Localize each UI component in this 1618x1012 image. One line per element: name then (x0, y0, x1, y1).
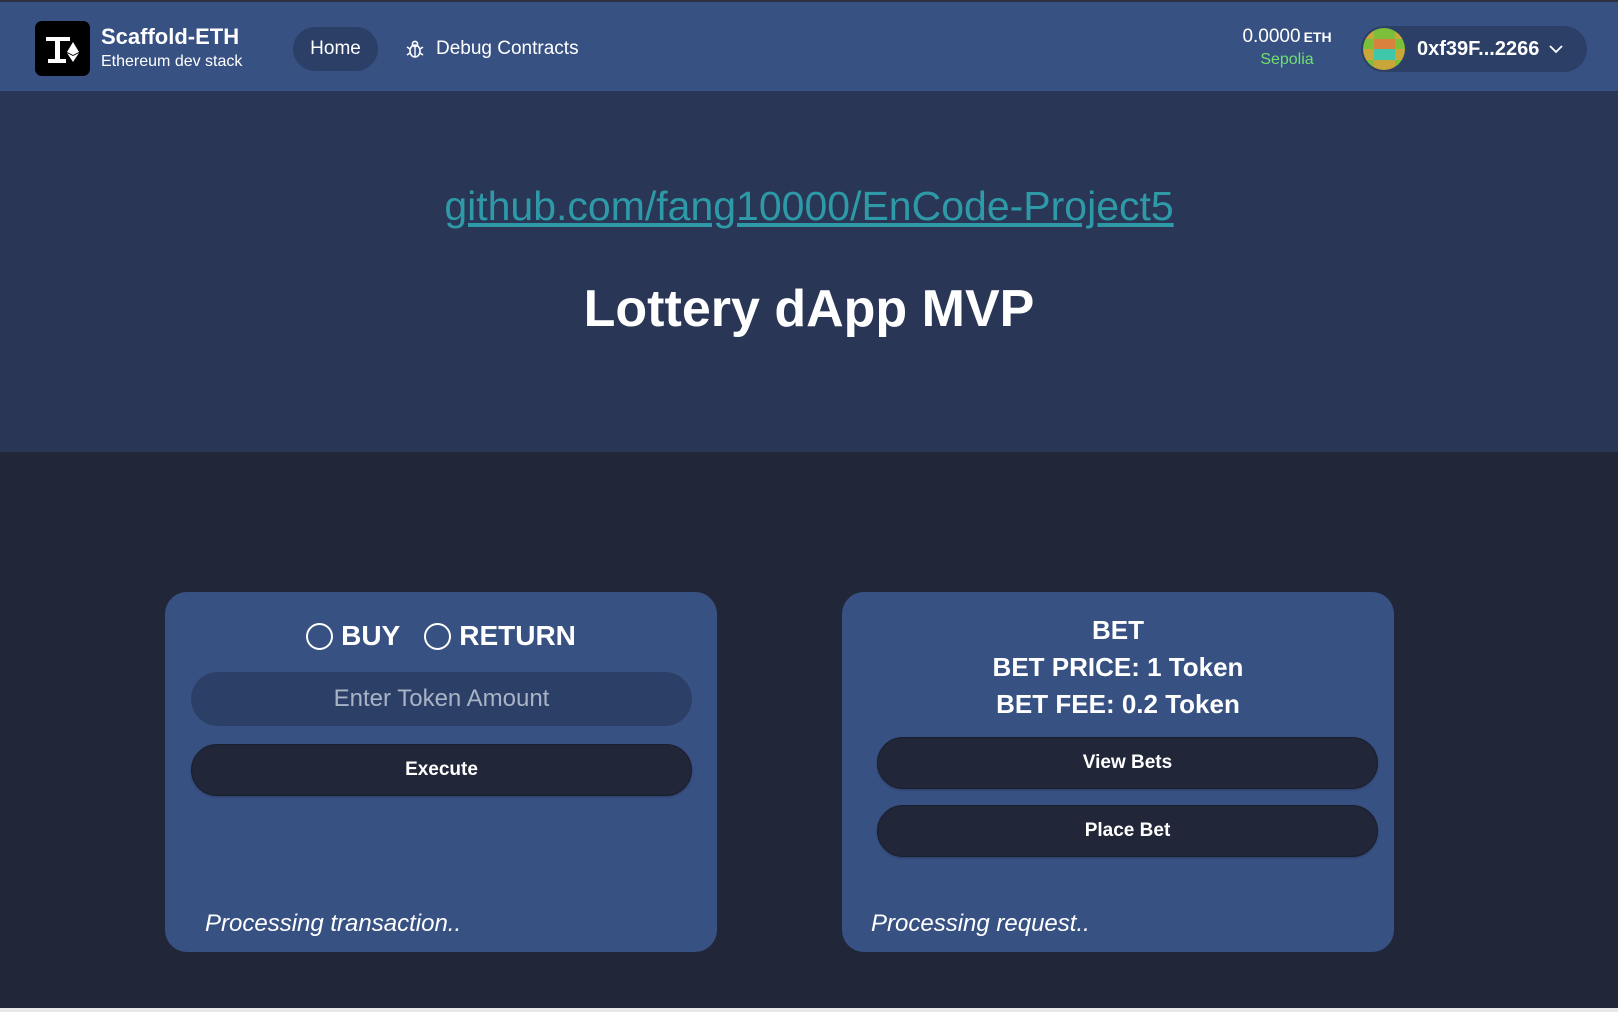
wallet-balance: 0.0000 ETH Sepolia (1232, 26, 1342, 69)
page-title: Lottery dApp MVP (583, 280, 1035, 338)
hero-section: github.com/fang10000/EnCode-Project5 Lot… (0, 91, 1618, 452)
radio-circle-return[interactable] (424, 622, 452, 650)
network-name: Sepolia (1260, 51, 1314, 68)
account-dropdown-button[interactable]: 0xf39F...2266 (1361, 26, 1587, 72)
window-bottom-edge (0, 1008, 1618, 1012)
token-amount-input[interactable] (191, 672, 692, 726)
request-status: Processing request.. (871, 910, 1090, 937)
radio-circle-buy[interactable] (306, 622, 334, 650)
scaffold-eth-logo[interactable] (35, 21, 90, 76)
transaction-status: Processing transaction.. (205, 910, 462, 937)
top-navbar: Scaffold-ETH Ethereum dev stack Home Deb… (0, 0, 1618, 91)
bet-info: BET BET PRICE: 1 Token BET FEE: 0.2 Toke… (842, 612, 1394, 723)
balance-unit: ETH (1303, 29, 1332, 45)
github-repo-link[interactable]: github.com/fang10000/EnCode-Project5 (0, 183, 1618, 230)
nav-debug-contracts-link[interactable]: Debug Contracts (406, 27, 579, 71)
bug-icon (406, 40, 424, 58)
radio-label-return: RETURN (459, 620, 576, 651)
trade-mode-radio-group: BUY RETURN (165, 620, 717, 652)
radio-label-buy: BUY (341, 620, 401, 651)
balance-value: 0.0000 (1242, 26, 1301, 47)
chevron-down-icon (1549, 44, 1563, 53)
radio-buy[interactable]: BUY (306, 620, 400, 652)
nav-debug-label: Debug Contracts (436, 38, 579, 59)
bet-fee: BET FEE: 0.2 Token (996, 689, 1240, 719)
bet-card: BET BET PRICE: 1 Token BET FEE: 0.2 Toke… (842, 592, 1394, 952)
token-trade-card: BUY RETURN Execute Processing transactio… (165, 592, 717, 952)
account-address: 0xf39F...2266 (1417, 37, 1540, 60)
balance-amount: 0.0000 ETH (1232, 26, 1342, 48)
crane-eth-icon (45, 36, 79, 63)
brand-subtitle: Ethereum dev stack (101, 53, 243, 70)
place-bet-button[interactable]: Place Bet (877, 805, 1378, 857)
blockie-avatar (1363, 28, 1405, 70)
execute-button[interactable]: Execute (191, 744, 692, 796)
bet-price: BET PRICE: 1 Token (992, 652, 1244, 682)
bet-heading: BET (1092, 615, 1144, 645)
radio-return[interactable]: RETURN (424, 620, 576, 652)
nav-home-label: Home (310, 38, 361, 59)
nav-home-link[interactable]: Home (293, 27, 378, 71)
brand-title: Scaffold-ETH (101, 24, 240, 49)
view-bets-button[interactable]: View Bets (877, 737, 1378, 789)
